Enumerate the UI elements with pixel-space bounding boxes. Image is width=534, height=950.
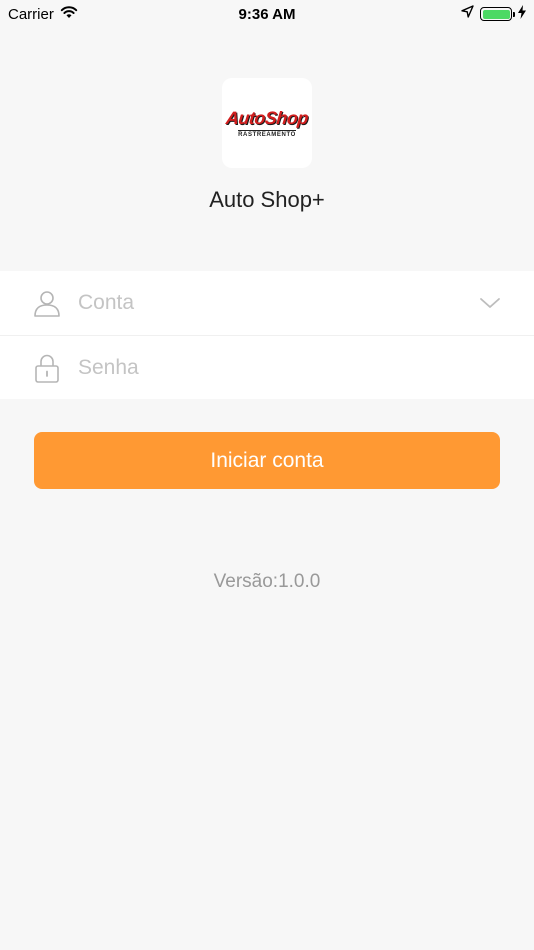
app-title: Auto Shop+ xyxy=(209,187,325,212)
status-bar-left: Carrier xyxy=(8,5,78,23)
logo-brand-text: AutoShop xyxy=(225,108,310,128)
account-row xyxy=(0,271,534,335)
account-dropdown-chevron-down-icon[interactable] xyxy=(478,291,502,315)
location-arrow-icon xyxy=(461,5,474,23)
login-screen: Carrier 9:36 AM AutoShop RASTREAMENTO Au… xyxy=(0,0,534,950)
login-button[interactable]: Iniciar conta xyxy=(34,432,500,489)
logo-tagline: RASTREAMENTO xyxy=(238,130,296,138)
password-input[interactable] xyxy=(78,355,534,380)
lock-icon xyxy=(32,353,62,383)
wifi-icon xyxy=(60,5,78,23)
account-input[interactable] xyxy=(78,291,534,315)
battery-fill xyxy=(482,9,510,19)
login-form xyxy=(0,271,534,399)
charging-bolt-icon xyxy=(518,4,526,24)
password-row xyxy=(0,335,534,399)
carrier-label: Carrier xyxy=(8,5,54,23)
clock: 9:36 AM xyxy=(238,5,296,23)
user-icon xyxy=(32,288,62,318)
status-bar-right xyxy=(461,4,526,24)
app-logo: AutoShop RASTREAMENTO xyxy=(222,78,312,168)
version-label: Versão:1.0.0 xyxy=(213,571,321,592)
status-bar: Carrier 9:36 AM xyxy=(0,0,534,28)
battery-icon xyxy=(480,7,515,21)
